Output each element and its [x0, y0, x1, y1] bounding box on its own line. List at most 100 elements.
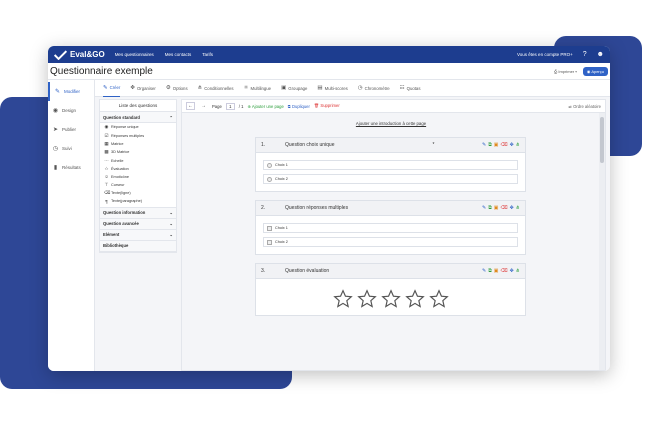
chevron-down-icon: ⌄	[169, 232, 173, 238]
checkbox[interactable]	[267, 225, 272, 231]
branch-icon[interactable]: ⋔	[516, 142, 520, 148]
question-type-item[interactable]: ¶ Texte(paragraphe)	[100, 197, 176, 206]
page-total: / 1	[238, 103, 244, 109]
account-text[interactable]: Vous êtes en compte PRO+	[517, 52, 573, 57]
choice-option[interactable]: Choix 2	[263, 174, 518, 184]
user-icon[interactable]: ☻	[597, 51, 604, 58]
tab-creer[interactable]: ✎ Créer	[103, 80, 121, 97]
choice-label: Choix 1	[275, 163, 288, 167]
radio-button[interactable]	[267, 176, 272, 182]
question-type-item[interactable]: ☑ Réponses multiples	[100, 131, 176, 139]
add-page-button[interactable]: ⊕ Ajouter une page	[247, 104, 283, 109]
next-page-button[interactable]: →	[199, 102, 208, 110]
top-nav-questionnaires[interactable]: Mes questionnaires	[115, 52, 154, 57]
star-icon: ☆	[104, 166, 109, 172]
delete-button[interactable]: 🗑 Supprimer	[314, 103, 340, 109]
tab-groupage[interactable]: ▣ Groupage	[281, 80, 307, 97]
question-type-label: Réponse unique	[111, 125, 139, 130]
star-icon[interactable]	[332, 289, 353, 309]
question-card[interactable]: 3. Question évaluation ✎ ⧉ ▣ ⌫ ✥ ⋔	[255, 263, 526, 316]
preview-button[interactable]: ◉ Aperçu	[582, 66, 608, 76]
section-element[interactable]: Elément ⌄	[100, 229, 176, 241]
page-number-input[interactable]: 1	[225, 102, 235, 110]
question-type-item[interactable]: ▦ Matrice	[100, 140, 176, 148]
pencil-icon[interactable]: ✎	[482, 142, 486, 148]
tab-multilingue[interactable]: ⚛ Multilingue	[244, 80, 271, 97]
save-icon[interactable]: ▣	[494, 205, 499, 211]
add-intro-link[interactable]: Ajouter une introduction à cette page	[196, 113, 586, 137]
tab-organiser[interactable]: ✥ Organiser	[130, 80, 155, 97]
checkmark-logo-icon	[54, 49, 67, 60]
tab-options[interactable]: ⚙ Options	[166, 80, 188, 97]
question-card[interactable]: 1. Question choix unique * ✎ ⧉ ▣ ⌫ ✥ ⋔ C…	[255, 137, 526, 192]
question-title[interactable]: Question évaluation	[285, 268, 482, 274]
left-nav-suivi[interactable]: ◷ Suivi	[48, 139, 94, 158]
checkbox-icon: ☑	[104, 132, 109, 138]
question-circle-icon[interactable]: ?	[583, 51, 587, 58]
vertical-scrollbar[interactable]	[599, 113, 605, 370]
tab-quotas[interactable]: ☷ Quotas	[400, 80, 421, 97]
section-bibliotheque[interactable]: Bibliothèque	[100, 240, 176, 252]
text-paragraph-icon: ¶	[105, 198, 108, 204]
question-type-item[interactable]: ⊤ Curseur	[100, 181, 176, 189]
choice-option[interactable]: Choix 1	[263, 223, 518, 233]
left-nav-design[interactable]: ◉ Design	[48, 101, 94, 120]
scrollbar-thumb[interactable]	[600, 117, 604, 163]
copy-icon[interactable]: ⧉	[488, 268, 492, 274]
choice-option[interactable]: Choix 2	[263, 237, 518, 247]
random-order-toggle[interactable]: ⇌ Ordre aléatoire	[568, 104, 601, 109]
star-icon[interactable]	[356, 289, 377, 309]
section-question-avancee[interactable]: Question avancée ⌄	[100, 218, 176, 230]
star-icon[interactable]	[404, 289, 425, 309]
section-question-information[interactable]: Question information ⌄	[100, 206, 176, 219]
move-icon[interactable]: ✥	[510, 205, 514, 211]
question-type-item[interactable]: ▩ 3D Matrice	[100, 148, 176, 156]
star-icon[interactable]	[428, 289, 449, 309]
grid-3d-icon: ▩	[104, 149, 109, 155]
save-icon[interactable]: ▣	[494, 268, 499, 274]
star-icon[interactable]	[380, 289, 401, 309]
tab-conditionnelles[interactable]: ⋔ Conditionnelles	[198, 80, 234, 97]
duplicate-button[interactable]: ⧉ Dupliquer	[288, 104, 310, 109]
question-type-item[interactable]: ⌫ Texte(ligne)	[100, 189, 176, 197]
radio-button[interactable]	[267, 162, 272, 168]
tab-chronometre[interactable]: ◷ Chronomètre	[358, 80, 390, 97]
question-type-item[interactable]: ☆ Évaluation	[100, 165, 176, 173]
trash-icon[interactable]: ⌫	[501, 268, 508, 274]
print-button[interactable]: ⎙ Imprimer ▾	[554, 69, 577, 74]
move-icon[interactable]: ✥	[510, 142, 514, 148]
trash-icon[interactable]: ⌫	[501, 205, 508, 211]
question-type-label: Texte(ligne)	[111, 191, 131, 196]
copy-icon[interactable]: ⧉	[488, 205, 492, 211]
chevron-down-icon: ⌄	[169, 210, 173, 216]
tab-multi-scores[interactable]: ▤ Multi-scores	[317, 80, 347, 97]
title-bar: Questionnaire exemple ⎙ Imprimer ▾ ◉ Ape…	[48, 63, 610, 80]
brand-logo[interactable]: Eval&GO	[54, 49, 105, 60]
left-nav-resultats[interactable]: ▮ Résultats	[48, 158, 94, 177]
question-card[interactable]: 2. Question réponses multiples ✎ ⧉ ▣ ⌫ ✥	[255, 200, 526, 255]
branch-icon[interactable]: ⋔	[516, 268, 520, 274]
move-icon[interactable]: ✥	[510, 268, 514, 274]
pencil-icon[interactable]: ✎	[482, 205, 486, 211]
left-nav-modifier[interactable]: ✎ Modifier	[48, 82, 94, 101]
group-icon: ▣	[281, 85, 287, 91]
prev-page-button[interactable]: ←	[186, 102, 195, 110]
tab-label: Conditionnelles	[204, 85, 234, 91]
trash-icon: 🗑	[313, 103, 320, 108]
checkbox[interactable]	[267, 239, 272, 245]
section-question-standard[interactable]: Question standard ⌃	[100, 112, 176, 123]
trash-icon[interactable]: ⌫	[501, 142, 508, 148]
save-icon[interactable]: ▣	[494, 142, 499, 148]
question-type-item[interactable]: ◉ Réponse unique	[100, 123, 176, 131]
question-title[interactable]: Question réponses multiples	[285, 205, 482, 211]
copy-icon[interactable]: ⧉	[488, 142, 492, 148]
pencil-icon[interactable]: ✎	[482, 268, 486, 274]
branch-icon[interactable]: ⋔	[516, 205, 520, 211]
top-nav-contacts[interactable]: Mes contacts	[165, 52, 192, 57]
top-nav-tarifs[interactable]: Tarifs	[202, 52, 213, 57]
left-nav-publier[interactable]: ➤ Publier	[48, 120, 94, 139]
question-type-item[interactable]: ⋯ Echelle	[100, 157, 176, 165]
question-title[interactable]: Question choix unique *	[285, 142, 482, 148]
question-type-item[interactable]: ☺ Emoticône	[100, 173, 176, 180]
choice-option[interactable]: Choix 1	[263, 160, 518, 170]
